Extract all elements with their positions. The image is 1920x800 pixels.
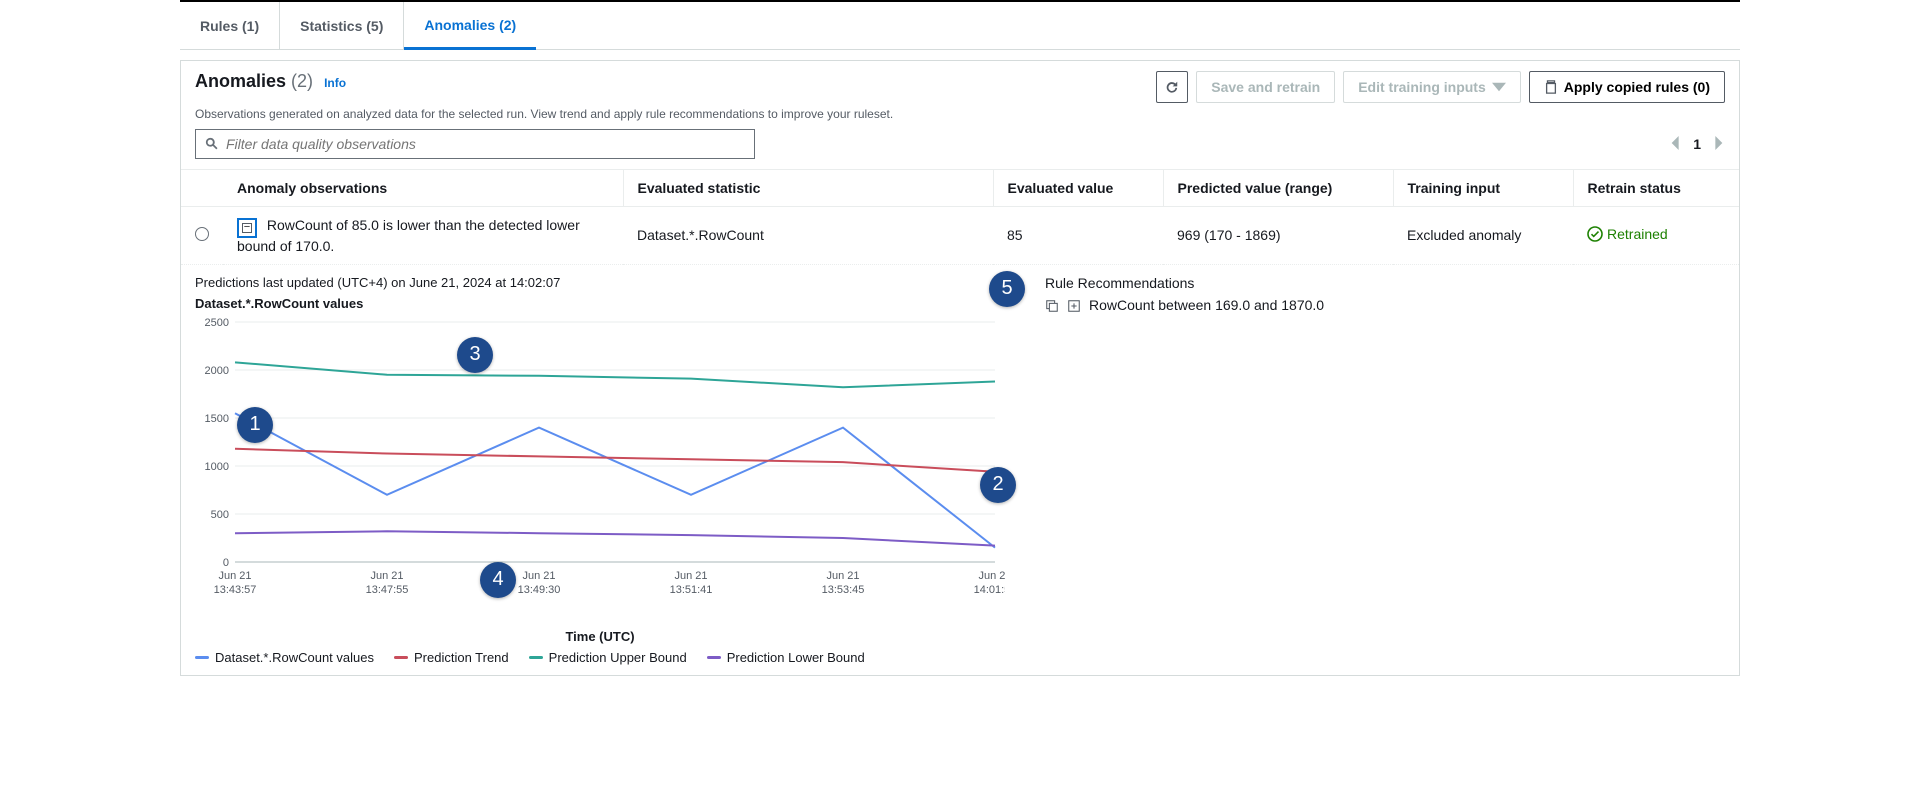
add-rule-icon [1067,299,1081,313]
next-page[interactable] [1715,136,1725,153]
svg-text:13:51:41: 13:51:41 [670,584,713,596]
callout-3: 3 [457,337,493,373]
chevron-down-icon [1492,80,1506,94]
svg-text:13:49:30: 13:49:30 [518,584,561,596]
svg-text:Jun 21: Jun 21 [826,570,859,582]
training-cell: Excluded anomaly [1393,207,1573,265]
col-retrain: Retrain status [1573,170,1739,207]
svg-text:Jun 21: Jun 21 [370,570,403,582]
col-anomaly: Anomaly observations [223,170,623,207]
filter-input[interactable] [195,129,755,159]
legend-trend: Prediction Trend [394,650,509,665]
callout-5: 5 [989,271,1025,307]
line-chart: 0 500 1000 1500 2000 2500 Jun 21 13:43:57 Jun 21… [195,317,1005,607]
svg-text:13:53:45: 13:53:45 [822,584,865,596]
row-select-radio[interactable] [195,227,209,241]
svg-text:13:43:57: 13:43:57 [214,584,257,596]
legend-lower: Prediction Lower Bound [707,650,865,665]
anomalies-table: Anomaly observations Evaluated statistic… [181,169,1739,675]
callout-1: 1 [237,407,273,443]
svg-text:13:47:55: 13:47:55 [366,584,409,596]
chart-title: Dataset.*.RowCount values [195,296,1005,311]
search-icon [205,137,219,151]
table-header-row: Anomaly observations Evaluated statistic… [181,170,1739,207]
value-cell: 85 [993,207,1163,265]
tab-rules[interactable]: Rules (1) [180,2,280,49]
rule-rec-heading: Rule Recommendations [1045,275,1324,291]
svg-text:1500: 1500 [205,413,229,425]
tab-statistics[interactable]: Statistics (5) [280,2,404,49]
svg-text:Jun 21: Jun 21 [218,570,251,582]
check-circle-icon [1587,226,1603,242]
rule-rec-item[interactable]: RowCount between 169.0 and 1870.0 [1045,297,1324,313]
anomalies-panel: Anomalies (2) Info Save and retrain Edit… [180,60,1740,676]
page-title: Anomalies (2) [195,71,318,91]
svg-text:1000: 1000 [205,461,229,473]
callout-4: 4 [480,562,516,598]
chart-legend: Dataset.*.RowCount values Prediction Tre… [195,650,1005,665]
svg-text:500: 500 [211,509,229,521]
table-row[interactable]: − RowCount of 85.0 is lower than the det… [181,207,1739,265]
predicted-cell: 969 (170 - 1869) [1163,207,1393,265]
chevron-left-icon [1669,136,1679,150]
page-number: 1 [1693,136,1701,152]
edit-training-button: Edit training inputs [1343,71,1521,103]
tab-anomalies[interactable]: Anomalies (2) [404,3,536,50]
info-link[interactable]: Info [324,76,346,90]
chevron-right-icon [1715,136,1725,150]
retrain-status: Retrained [1587,226,1668,242]
svg-text:14:01:55: 14:01:55 [974,584,1005,596]
legend-upper: Prediction Upper Bound [529,650,687,665]
svg-text:Jun 21: Jun 21 [522,570,555,582]
chart-updated: Predictions last updated (UTC+4) on June… [195,275,1005,290]
rule-rec-text: RowCount between 169.0 and 1870.0 [1089,297,1324,313]
svg-text:2000: 2000 [205,365,229,377]
copy-icon [1544,80,1558,94]
panel-description: Observations generated on analyzed data … [181,107,1739,129]
panel-actions: Save and retrain Edit training inputs Ap… [1156,71,1725,103]
svg-text:0: 0 [223,557,229,569]
col-predicted: Predicted value (range) [1163,170,1393,207]
pagination: 1 [1669,136,1725,153]
save-retrain-button: Save and retrain [1196,71,1335,103]
row-detail: Predictions last updated (UTC+4) on June… [181,264,1739,675]
col-training: Training input [1393,170,1573,207]
col-stat: Evaluated statistic [623,170,993,207]
stat-cell: Dataset.*.RowCount [623,207,993,265]
copy-icon [1045,299,1059,313]
x-axis-label: Time (UTC) [195,629,1005,644]
prev-page[interactable] [1669,136,1679,153]
col-value: Evaluated value [993,170,1163,207]
anomaly-text: RowCount of 85.0 is lower than the detec… [237,217,580,254]
expand-toggle[interactable]: − [237,218,257,238]
apply-rules-button[interactable]: Apply copied rules (0) [1529,71,1725,103]
tabs: Rules (1) Statistics (5) Anomalies (2) [180,2,1740,50]
refresh-icon [1165,80,1179,94]
svg-text:2500: 2500 [205,317,229,329]
chart-area: Predictions last updated (UTC+4) on June… [195,275,1005,665]
legend-values: Dataset.*.RowCount values [195,650,374,665]
svg-text:Jun 21: Jun 21 [978,570,1005,582]
svg-text:Jun 21: Jun 21 [674,570,707,582]
callout-2: 2 [980,467,1016,503]
refresh-button[interactable] [1156,71,1188,103]
